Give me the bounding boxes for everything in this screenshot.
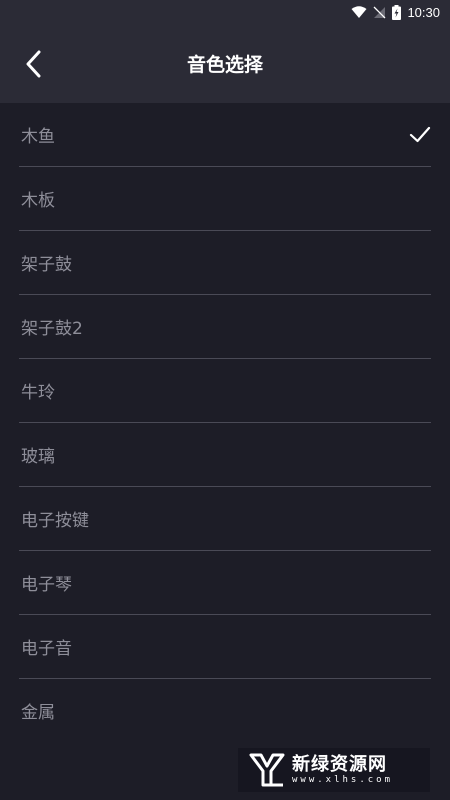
sound-label: 架子鼓 [21, 255, 72, 275]
back-button[interactable] [14, 44, 54, 84]
watermark: 新绿资源网 www.xlhs.com [238, 748, 430, 792]
page-title: 音色选择 [186, 54, 263, 76]
watermark-url: www.xlhs.com [292, 775, 394, 785]
list-item-sound[interactable]: 玻璃 [19, 423, 431, 487]
list-item-sound[interactable]: 金属 [19, 679, 431, 742]
watermark-logo-icon [249, 753, 285, 787]
sound-label: 玻璃 [21, 447, 55, 467]
sound-label: 电子按键 [21, 511, 89, 531]
list-item-sound[interactable]: 电子琴 [19, 551, 431, 615]
sound-label: 架子鼓2 [21, 319, 83, 339]
chevron-left-icon [26, 50, 41, 78]
sound-label: 电子琴 [21, 575, 72, 595]
check-icon [409, 126, 431, 142]
sound-label: 木板 [21, 191, 55, 211]
list-item-sound[interactable]: 牛玲 [19, 359, 431, 423]
clock: 10:30 [407, 4, 440, 20]
sound-label: 电子音 [21, 639, 72, 659]
battery-charging-icon [392, 4, 402, 20]
sound-label: 牛玲 [21, 383, 55, 403]
sound-label: 木鱼 [21, 127, 55, 147]
header-bar: 音色选择 [0, 24, 450, 103]
list-item-sound[interactable]: 木鱼 [19, 103, 431, 167]
sound-label: 金属 [21, 703, 55, 723]
status-bar: 10:30 [0, 0, 450, 24]
wifi-icon [351, 5, 367, 19]
list-item-sound[interactable]: 架子鼓 [19, 231, 431, 295]
no-signal-icon [373, 6, 386, 19]
sound-list: 木鱼 木板 架子鼓 架子鼓2 牛玲 玻璃 电子按键 电子琴 电子音 金属 [0, 103, 450, 742]
list-item-sound[interactable]: 电子按键 [19, 487, 431, 551]
list-item-sound[interactable]: 木板 [19, 167, 431, 231]
list-item-sound[interactable]: 电子音 [19, 615, 431, 679]
watermark-title: 新绿资源网 [292, 754, 387, 775]
list-item-sound[interactable]: 架子鼓2 [19, 295, 431, 359]
